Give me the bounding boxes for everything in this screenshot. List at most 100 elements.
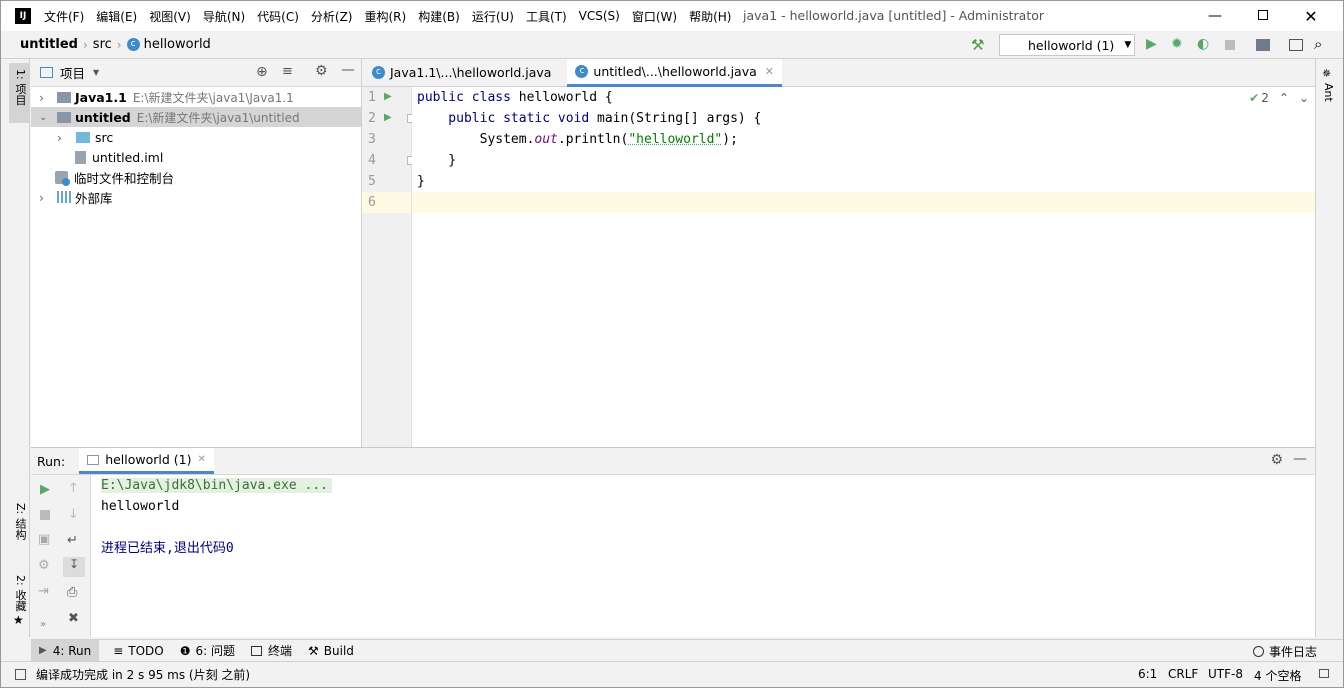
stripe-favorites-tab[interactable]: 2: 收藏 ★ — [9, 571, 29, 631]
breadcrumb-file[interactable]: helloworld — [144, 37, 211, 52]
file-encoding[interactable]: UTF-8 — [1208, 667, 1243, 681]
tab-java11-helloworld[interactable]: c Java1.1\...\helloworld.java — [362, 59, 559, 87]
lock-icon[interactable] — [1319, 669, 1329, 678]
hide-panel-icon[interactable]: — — [1293, 451, 1307, 467]
tree-item-scratches[interactable]: 临时文件和控制台 — [31, 167, 361, 187]
stripe-structure-tab[interactable]: Z: 结构 — [9, 499, 29, 559]
trash-icon[interactable]: ✖ — [68, 611, 79, 626]
locate-icon[interactable]: ⊕ — [256, 64, 268, 80]
tool-terminal[interactable]: 终端 — [243, 642, 300, 659]
chevron-right-icon[interactable]: › — [39, 90, 53, 105]
tool-event-log[interactable]: 事件日志 — [1252, 643, 1317, 660]
menu-item[interactable]: VCS(S) — [573, 9, 626, 23]
menu-item[interactable]: 视图(V) — [143, 8, 197, 25]
console-line: helloworld — [101, 499, 180, 514]
menu-item[interactable]: 代码(C) — [251, 8, 305, 25]
chevron-right-icon: › — [116, 37, 122, 52]
chevron-right-icon[interactable]: › — [57, 130, 71, 145]
maximize-icon[interactable] — [1239, 9, 1287, 23]
tree-item-iml[interactable]: untitled.iml — [31, 147, 361, 167]
menu-item[interactable]: 分析(Z) — [305, 8, 359, 25]
gear-icon[interactable]: ⚙ — [315, 63, 328, 79]
soft-wrap-icon[interactable]: ↵ — [67, 533, 78, 548]
menu-item[interactable]: 重构(R) — [359, 8, 413, 25]
run-config-select[interactable]: helloworld (1) ▼ — [999, 34, 1135, 56]
settings-restore-icon[interactable]: ⚙ — [38, 558, 50, 573]
more-icon[interactable]: » — [40, 619, 46, 630]
stop-icon[interactable] — [40, 510, 50, 520]
bottom-tool-bar: ▶ 4: Run ≡ TODO ❶ 6: 问题 终端 ⚒ Build 事件日志 — [31, 639, 1343, 662]
tree-item-java11[interactable]: › Java1.1 E:\新建文件夹\java1\Java1.1 — [31, 87, 361, 107]
rerun-icon[interactable]: ▶ — [40, 482, 50, 497]
hide-panel-icon[interactable]: — — [341, 62, 355, 78]
project-structure-icon[interactable] — [1256, 39, 1270, 51]
menu-item[interactable]: 运行(U) — [466, 8, 520, 25]
project-panel-title[interactable]: 项目 — [60, 63, 85, 82]
stripe-ant-tab[interactable]: ✵ Ant — [1318, 67, 1340, 107]
breadcrumb-folder[interactable]: src — [93, 37, 112, 52]
minimize-icon[interactable]: — — [1191, 8, 1239, 24]
menu-item[interactable]: 导航(N) — [197, 8, 251, 25]
tab-untitled-helloworld[interactable]: c untitled\...\helloworld.java ✕ — [567, 58, 782, 87]
tree-item-src[interactable]: › src — [31, 127, 361, 147]
arrow-up-icon[interactable]: ↑ — [68, 481, 79, 496]
run-icon[interactable]: ▶ — [1146, 36, 1157, 52]
close-icon[interactable]: ✕ — [765, 65, 774, 78]
layout-toggle-icon[interactable] — [15, 669, 26, 680]
chevron-down-icon[interactable]: ▼ — [93, 68, 99, 77]
code-editor[interactable]: public class helloworld { public static … — [412, 87, 1315, 447]
navigation-bar: untitled › src › c helloworld ⚒ hellowor… — [1, 31, 1343, 59]
stop-icon[interactable] — [1225, 40, 1235, 50]
menu-item[interactable]: 工具(T) — [520, 8, 573, 25]
exit-icon[interactable]: ⇥ — [38, 584, 49, 599]
menu-item[interactable]: 帮助(H) — [683, 8, 737, 25]
build-hammer-icon[interactable]: ⚒ — [971, 36, 984, 54]
coverage-icon[interactable]: ◐ — [1197, 36, 1209, 52]
menu-item[interactable]: 文件(F) — [38, 8, 90, 25]
console-output[interactable]: E:\Java\jdk8\bin\java.exe ... helloworld… — [91, 475, 1315, 637]
tab-label: untitled\...\helloworld.java — [593, 63, 757, 79]
chevron-down-icon[interactable]: ⌄ — [1299, 91, 1309, 105]
line-number: 6 — [362, 192, 411, 213]
gear-icon[interactable]: ⚙ — [1270, 452, 1283, 468]
menu-item[interactable]: 编辑(E) — [90, 8, 143, 25]
search-icon[interactable]: ⌕ — [1314, 35, 1322, 53]
print-icon[interactable]: ⎙ — [67, 585, 77, 600]
stripe-project-tab[interactable]: 1: 项目 — [9, 63, 29, 123]
menu-item[interactable]: 窗口(W) — [626, 8, 683, 25]
stripe-ant-label: Ant — [1322, 83, 1335, 102]
close-icon[interactable]: ✕ — [1287, 7, 1335, 26]
caret-position[interactable]: 6:1 — [1138, 667, 1157, 681]
camera-icon[interactable]: ▣ — [38, 532, 50, 547]
indent-setting[interactable]: 4 个空格 — [1254, 667, 1301, 684]
run-tab[interactable]: helloworld (1) ✕ — [79, 448, 214, 474]
project-view-icon — [40, 67, 53, 78]
tree-item-untitled[interactable]: ⌄ untitled E:\新建文件夹\java1\untitled — [31, 107, 361, 127]
app-logo-icon[interactable]: IJ — [15, 8, 31, 24]
close-icon[interactable]: ✕ — [198, 454, 206, 465]
line-separator[interactable]: CRLF — [1168, 667, 1198, 681]
debug-icon[interactable]: ✹ — [1171, 36, 1183, 52]
terminal-icon[interactable] — [1289, 39, 1303, 51]
tool-todo-label: TODO — [128, 643, 164, 658]
tab-label: Java1.1\...\helloworld.java — [390, 65, 552, 80]
run-gutter-icon[interactable]: ▶ — [384, 91, 392, 102]
console-icon — [87, 454, 100, 465]
tool-todo[interactable]: ≡ TODO — [105, 644, 172, 658]
tool-problems[interactable]: ❶ 6: 问题 — [172, 642, 243, 659]
chevron-down-icon[interactable]: ⌄ — [39, 112, 53, 123]
arrow-down-icon[interactable]: ↓ — [68, 507, 79, 522]
menu-item[interactable]: 构建(B) — [412, 8, 466, 25]
scroll-to-end-icon[interactable]: ↧ — [63, 557, 85, 577]
tool-build[interactable]: ⚒ Build — [300, 644, 362, 658]
breadcrumb-project[interactable]: untitled — [20, 37, 78, 52]
run-gutter-icon[interactable]: ▶ — [384, 112, 392, 123]
chevron-up-icon[interactable]: ⌃ — [1279, 91, 1289, 105]
tool-run[interactable]: ▶ 4: Run — [31, 639, 100, 662]
inspection-widget[interactable]: ✔ 2 ⌃ ⌄ — [1249, 91, 1309, 105]
collapse-all-icon[interactable]: ≡ — [282, 64, 293, 79]
tree-item-external-libs[interactable]: › 外部库 — [31, 187, 361, 207]
ant-icon: ✵ — [1322, 67, 1332, 80]
status-message[interactable]: 编译成功完成 in 2 s 95 ms (片刻 之前) — [36, 666, 250, 683]
chevron-right-icon[interactable]: › — [39, 190, 53, 205]
